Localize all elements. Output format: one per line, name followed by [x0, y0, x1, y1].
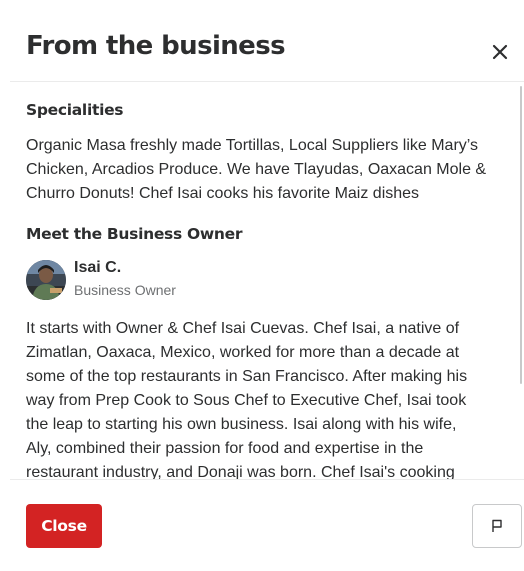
bio-line: way from Prep Cook to Sous Chef to Execu… [26, 392, 467, 409]
business-info-modal: From the business Specialities Organic M… [0, 0, 524, 571]
specialities-text: Organic Masa freshly made Tortillas, Loc… [26, 134, 512, 206]
specialities-heading: Specialities [26, 101, 124, 119]
modal-footer: Close [0, 480, 524, 571]
specialities-line: Chicken, Arcadios Produce. We have Tlayu… [26, 161, 487, 178]
owner-bio: It starts with Owner & Chef Isai Cuevas.… [26, 317, 512, 479]
scrollbar[interactable] [520, 86, 522, 384]
modal-header: From the business [0, 0, 524, 82]
modal-content[interactable]: Specialities Organic Masa freshly made T… [0, 82, 524, 479]
close-button[interactable]: Close [26, 504, 102, 548]
bio-line: some of the top restaurants in San Franc… [26, 368, 468, 385]
report-button[interactable] [472, 504, 522, 548]
modal-title: From the business [26, 31, 286, 61]
specialities-line: Churro Donuts! Chef Isai cooks his favor… [26, 185, 420, 202]
owner-role: Business Owner [74, 282, 176, 298]
bio-line: the leap to starting his own business. I… [26, 416, 457, 433]
flag-icon [490, 519, 504, 533]
bio-line: It starts with Owner & Chef Isai Cuevas.… [26, 320, 460, 337]
owner-heading: Meet the Business Owner [26, 225, 243, 243]
close-icon[interactable] [486, 38, 514, 66]
bio-line: Aly, combined their passion for food and… [26, 440, 424, 457]
avatar [26, 260, 66, 300]
bio-line: Zimatlan, Oaxaca, Mexico, worked for mor… [26, 344, 460, 361]
bio-line: restaurant industry, and Donaji was born… [26, 464, 455, 479]
specialities-line: Organic Masa freshly made Tortillas, Loc… [26, 137, 479, 154]
owner-name: Isai C. [74, 259, 122, 276]
